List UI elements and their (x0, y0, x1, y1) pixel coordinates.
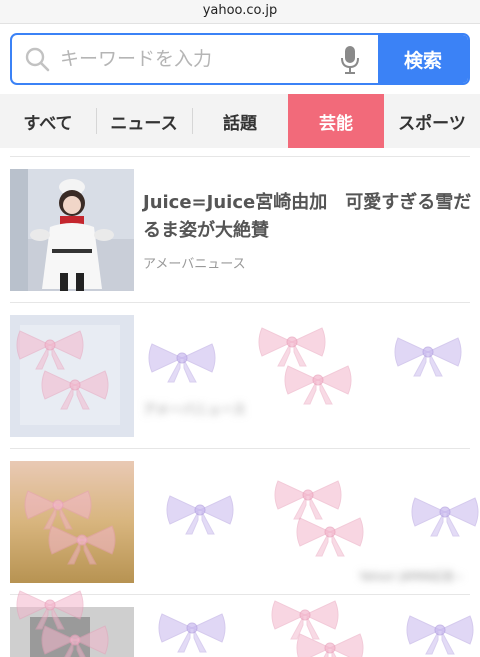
ad-label: Yahoo! JAPAN広告 › (360, 568, 462, 584)
article-source: アメーバニュース (143, 257, 246, 272)
article-title: Juice=Juice宮崎由加 可愛すぎる雪だるま姿が大絶賛 (143, 192, 472, 241)
article-thumbnail (10, 315, 134, 437)
chevron-right-icon: › (457, 570, 462, 583)
search-input[interactable] (60, 48, 320, 70)
article-item[interactable] (10, 595, 470, 657)
article-thumbnail (10, 169, 134, 291)
category-tabs: すべて ニュース 話題 芸能 スポーツ (0, 94, 480, 148)
search-bar: 検索 (10, 33, 470, 85)
ad-label-text: Yahoo! JAPAN広告 (359, 570, 455, 583)
tab-entertainment[interactable]: 芸能 (288, 94, 384, 148)
tab-news[interactable]: ニュース (96, 94, 192, 148)
ad-thumbnail (10, 461, 134, 583)
microphone-icon[interactable] (340, 45, 360, 75)
tab-topics[interactable]: 話題 (192, 94, 288, 148)
search-field[interactable] (12, 35, 378, 83)
tab-all[interactable]: すべて (0, 94, 96, 148)
article-list: Juice=Juice宮崎由加 可愛すぎる雪だるま姿が大絶賛 アメーバニュース … (10, 156, 472, 657)
article-thumbnail (10, 607, 134, 657)
tab-sports[interactable]: スポーツ (384, 94, 480, 148)
article-item[interactable]: Juice=Juice宮崎由加 可愛すぎる雪だるま姿が大絶賛 アメーバニュース (10, 157, 472, 303)
url-bar[interactable]: yahoo.co.jp (0, 0, 480, 24)
url-text: yahoo.co.jp (202, 3, 278, 18)
ad-item[interactable]: Yahoo! JAPAN広告 › (10, 449, 470, 595)
article-source: アメーバニュース (143, 403, 246, 418)
search-button[interactable]: 検索 (378, 35, 468, 83)
search-icon (25, 47, 50, 72)
article-item[interactable]: アメーバニュース (10, 303, 470, 449)
